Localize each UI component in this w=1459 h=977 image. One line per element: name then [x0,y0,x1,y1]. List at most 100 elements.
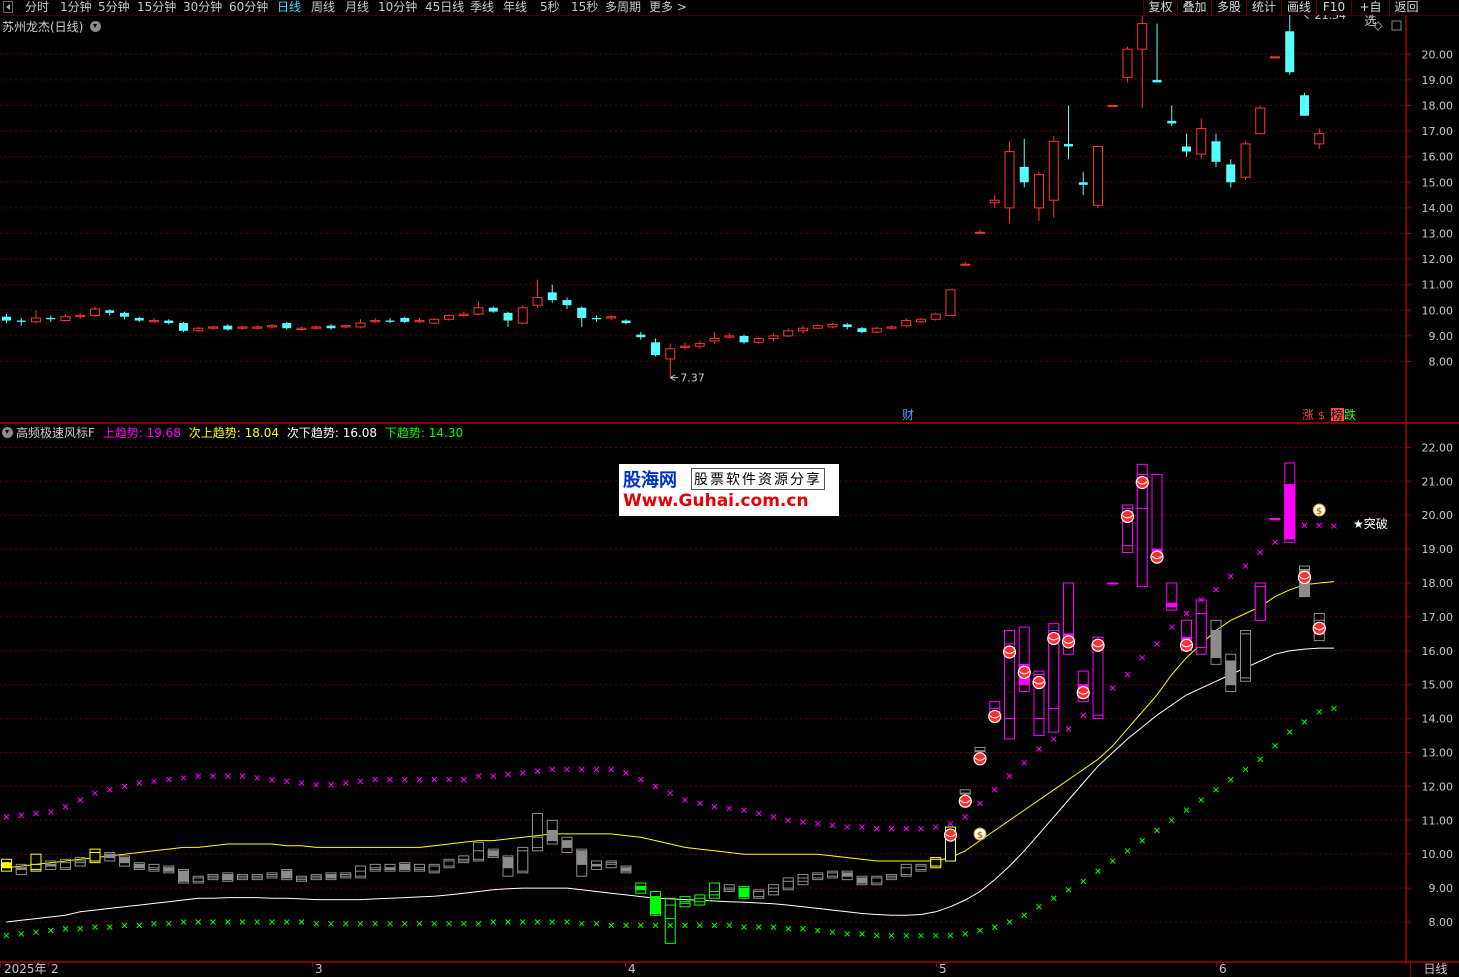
toolbar-button-0[interactable]: 复权 [1143,0,1177,15]
trend-x-mark [1139,837,1146,844]
collapse-arrow-icon[interactable] [3,1,13,13]
candle [1004,141,1015,224]
indicator-candle-body [827,872,838,877]
rank-badge: 榜 [1331,407,1343,422]
candle-body [739,335,749,343]
period-label[interactable]: 日线 [1410,962,1459,977]
toolbar-button-5[interactable]: F10 [1316,0,1351,15]
watermark-url: Www.Guhai.com.cn [623,491,809,511]
trend-x-mark [903,932,910,939]
indicator-candle-body [1254,585,1266,621]
trend-x-mark [106,786,113,793]
trend-x-mark [416,776,423,783]
period-tab-13[interactable]: 5秒 [540,0,560,15]
y-tick-label: 12.00 [1422,253,1454,266]
period-tab-3[interactable]: 15分钟 [137,0,176,15]
y-tick-label: 8.00 [1429,916,1454,929]
x-axis-tick [48,962,49,967]
candle-body [503,312,513,321]
candle-body [179,323,188,331]
toolbar-button-6[interactable]: +自选 [1351,0,1389,28]
candle [989,195,1000,208]
signal-ball-icon [958,794,972,808]
period-tab-1[interactable]: 1分钟 [60,0,92,15]
trend-x-mark [829,822,836,829]
period-tab-8[interactable]: 月线 [345,0,369,15]
indicator-candle-body [89,852,101,862]
period-tab-7[interactable]: 周线 [311,0,335,15]
low-price-label: 7.37 [680,372,705,385]
period-tab-5[interactable]: 60分钟 [229,0,268,15]
toolbar-button-3[interactable]: 统计 [1246,0,1281,15]
indicator-candle-body [1269,518,1281,521]
toolbar-button-4[interactable]: 画线 [1281,0,1316,15]
period-tab-6[interactable]: 日线 [277,0,301,15]
signal-ball-icon [943,828,958,842]
trend-x-mark [136,922,143,929]
period-tab-16[interactable]: 更多 > [649,0,687,15]
candle-body [1300,95,1309,116]
trend-x-mark [1095,868,1101,875]
candle [768,333,779,342]
trend-x-mark [1331,705,1337,712]
toolbar-button-1[interactable]: 叠加 [1177,0,1211,15]
period-tab-4[interactable]: 30分钟 [183,0,222,15]
y-tick-label: 20.00 [1422,48,1454,61]
money-bag-symbol: $ [1316,507,1322,517]
signal-ball-icon [1061,635,1076,649]
candle [90,306,100,317]
period-tab-11[interactable]: 季线 [470,0,494,15]
candle-body [621,320,631,324]
trend-x-mark [888,932,895,939]
period-tab-15[interactable]: 多周期 [605,0,641,15]
trend-x-mark [637,776,644,783]
indicator-candle-body [1225,660,1237,686]
y-tick-label: 12.00 [1422,780,1454,793]
trend-x-mark [387,776,393,783]
candle-body [960,263,971,266]
period-tab-0[interactable]: 分时 [25,0,49,15]
trend-x-mark [623,922,629,929]
candle [1255,105,1266,135]
candle-body [562,300,572,306]
candle [164,319,174,325]
indicator-candle-body [310,875,322,879]
candle [414,317,425,324]
trend-x-mark [918,932,924,939]
trend-x-mark [33,810,39,817]
trend-x-mark [1242,766,1249,773]
toolbar-button-2[interactable]: 多股 [1211,0,1246,15]
indicator-candle-body [60,862,71,869]
candle-body [326,325,336,329]
trend-x-mark [372,776,379,783]
indicator-candle-body [340,874,352,877]
candle [1167,105,1177,126]
watermark-slogan: 股票软件资源分享 [691,468,825,490]
candle [149,317,159,324]
trend-x-mark [269,776,275,783]
trend-x-mark [977,800,983,807]
period-tab-14[interactable]: 15秒 [571,0,598,15]
toolbar-button-7[interactable]: 返回 [1389,0,1423,15]
period-tab-9[interactable]: 10分钟 [378,0,417,15]
trend-x-mark [92,790,98,797]
indicator-candle-body [15,867,27,870]
period-tab-10[interactable]: 45日线 [425,0,464,15]
period-tab-12[interactable]: 年线 [503,0,527,15]
indicator-candle-body [664,904,676,920]
indicator-candle-body [886,875,897,879]
watermark-brand: 股海网 [623,470,677,491]
candle-body [592,317,601,320]
candle-body [606,316,617,319]
trend-x-mark [755,924,762,930]
candle [120,311,129,320]
trend-x-mark [1006,773,1013,780]
trend-x-mark [682,797,688,803]
period-tab-2[interactable]: 5分钟 [98,0,130,15]
candle-body [1019,166,1029,183]
signal-ball-icon [973,752,987,766]
candle [1137,15,1148,109]
trend-x-mark [431,920,438,927]
candle [945,289,956,316]
trend-x-mark [711,803,718,810]
